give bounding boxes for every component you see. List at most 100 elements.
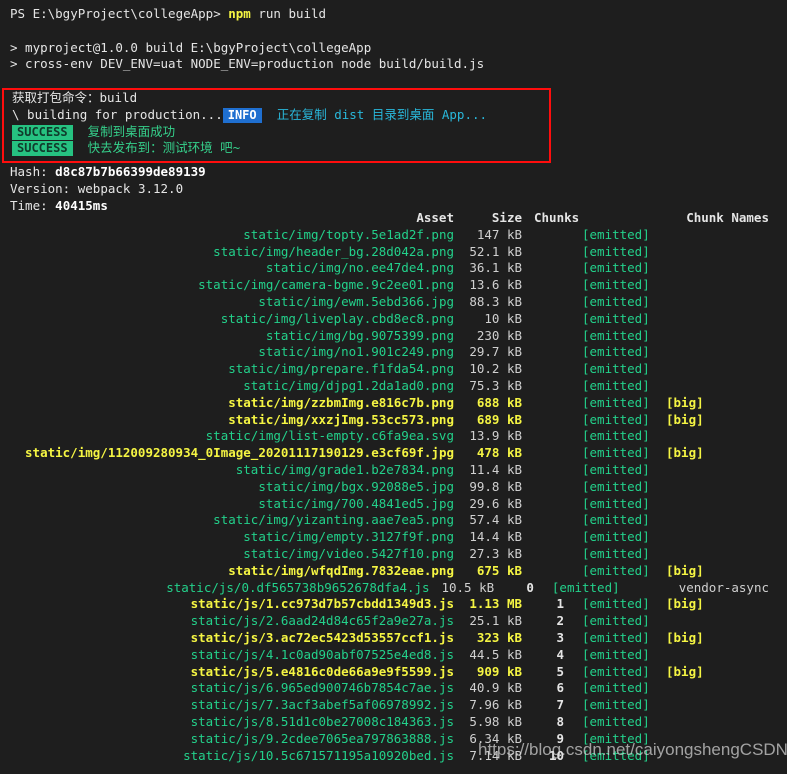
asset-size: 675 kB xyxy=(476,562,522,578)
asset-chunk-name xyxy=(716,731,787,748)
asset-emitted-flag: [emitted] xyxy=(582,613,650,629)
asset-chunk-name xyxy=(716,395,787,412)
asset-size: 1.13 MB xyxy=(469,596,522,612)
asset-big-flag: [big] xyxy=(666,629,704,645)
asset-name: static/img/grade1.b2e7834.png xyxy=(235,461,454,477)
table-row: static/img/zzbmImg.e816c7b.png 688 kB [emi… xyxy=(0,395,787,412)
asset-size: 147 kB xyxy=(476,226,522,242)
asset-name: static/img/zzbmImg.e816c7b.png xyxy=(228,394,454,410)
asset-big-flag xyxy=(666,328,716,345)
table-row: static/js/10.5c671571195a10920bed.js 7.14… xyxy=(0,748,787,765)
success-message-1: 复制到桌面成功 xyxy=(87,123,176,139)
asset-big-flag xyxy=(666,361,716,378)
asset-chunk-id xyxy=(522,227,570,244)
asset-size: 688 kB xyxy=(476,394,522,410)
building-progress-line: \ building for production... INFO 正在复制 di… xyxy=(0,107,560,124)
asset-emitted-flag: [emitted] xyxy=(582,680,650,696)
asset-emitted-flag: [emitted] xyxy=(582,495,650,511)
asset-chunk-name xyxy=(716,613,787,630)
asset-emitted-flag: [emitted] xyxy=(582,428,650,444)
asset-chunk-id xyxy=(522,328,570,345)
asset-big-flag: [big] xyxy=(666,411,704,427)
shell-prompt: PS E:\bgyProject\collegeApp> xyxy=(10,6,221,21)
asset-emitted-flag: [emitted] xyxy=(582,713,650,729)
asset-size: 29.6 kB xyxy=(469,495,522,511)
table-row: static/js/3.ac72ec5423d53557ccf1.js 323 k… xyxy=(0,630,787,647)
asset-name: static/img/no1.901c249.png xyxy=(258,344,454,360)
asset-chunk-id xyxy=(522,563,570,580)
asset-emitted-flag: [emitted] xyxy=(582,327,650,343)
asset-size: 14.4 kB xyxy=(469,529,522,545)
asset-big-flag xyxy=(666,479,716,496)
asset-emitted-flag: [emitted] xyxy=(582,377,650,393)
asset-name: static/img/bgx.92088e5.jpg xyxy=(258,478,454,494)
asset-chunk-id xyxy=(522,412,570,429)
table-row: static/js/5.e4816c0de66a9e9f5599.js 909 k… xyxy=(0,664,787,681)
table-row: static/img/liveplay.cbd8ec8.png 10 kB [emi… xyxy=(0,311,787,328)
table-row: static/img/wfqdImg.7832eae.png 675 kB [emi… xyxy=(0,563,787,580)
asset-name: static/js/6.965ed900746b7854c7ae.js xyxy=(190,680,454,696)
asset-chunk-name xyxy=(716,496,787,513)
asset-name: static/js/4.1c0ad90abf07525e4ed8.js xyxy=(190,646,454,662)
asset-emitted-flag: [emitted] xyxy=(582,344,650,360)
build-command-line: 获取打包命令：build xyxy=(12,90,138,105)
asset-name: static/img/no.ee47de4.png xyxy=(265,260,454,276)
asset-chunk-id: 9 xyxy=(556,730,564,746)
command-keyword: npm xyxy=(228,6,251,21)
asset-big-flag xyxy=(666,428,716,445)
asset-chunk-name xyxy=(716,428,787,445)
asset-emitted-flag: [emitted] xyxy=(582,260,650,276)
success-line-2: SUCCESS 快去发布到：测试环境 吧~ xyxy=(0,140,560,157)
asset-chunk-id: 3 xyxy=(556,629,564,645)
npm-script-line-2: > cross-env DEV_ENV=uat NODE_ENV=product… xyxy=(10,56,485,72)
asset-chunk-id: 4 xyxy=(556,646,564,662)
asset-size: 7.96 kB xyxy=(469,697,522,713)
table-row: static/img/no.ee47de4.png 36.1 kB [emitted… xyxy=(0,260,787,277)
prompt-line: PS E:\bgyProject\collegeApp> npm run bui… xyxy=(0,6,787,23)
asset-chunk-name xyxy=(716,563,787,580)
asset-name: static/img/ewm.5ebd366.jpg xyxy=(258,293,454,309)
asset-big-flag xyxy=(666,244,716,261)
terminal-window[interactable]: PS E:\bgyProject\collegeApp> npm run bui… xyxy=(0,0,787,774)
asset-chunk-name xyxy=(716,697,787,714)
asset-chunk-name: vendor-async xyxy=(678,579,769,595)
version-value: webpack 3.12.0 xyxy=(77,180,184,196)
asset-chunk-name xyxy=(716,260,787,277)
asset-chunk-id: 0 xyxy=(526,579,534,595)
table-row: static/img/yizanting.aae7ea5.png 57.4 kB [… xyxy=(0,512,787,529)
table-row: static/img/list-empty.c6fa9ea.svg 13.9 kB… xyxy=(0,428,787,445)
highlight-box-content: 获取打包命令：build \ building for production..… xyxy=(0,90,560,157)
asset-big-flag xyxy=(666,227,716,244)
table-row: static/img/xxzjImg.53cc573.png 689 kB [emi… xyxy=(0,412,787,429)
asset-chunk-name xyxy=(716,294,787,311)
asset-chunk-name xyxy=(716,412,787,429)
success-badge-2: SUCCESS xyxy=(12,141,73,157)
table-row: static/js/7.3acf3abef5af06978992.js 7.96 … xyxy=(0,697,787,714)
header-chunks: Chunks xyxy=(534,210,580,225)
asset-size: 10.2 kB xyxy=(469,361,522,377)
asset-name: static/js/3.ac72ec5423d53557ccf1.js xyxy=(190,629,454,645)
table-row: static/img/bgx.92088e5.jpg 99.8 kB [emitte… xyxy=(0,479,787,496)
asset-big-flag xyxy=(666,378,716,395)
asset-chunk-id xyxy=(522,428,570,445)
asset-emitted-flag: [emitted] xyxy=(582,277,650,293)
asset-chunk-id xyxy=(522,244,570,261)
asset-size: 57.4 kB xyxy=(469,512,522,528)
asset-name: static/img/list-empty.c6fa9ea.svg xyxy=(205,428,454,444)
asset-name: static/img/yizanting.aae7ea5.png xyxy=(213,512,454,528)
table-row: static/img/700.4841ed5.jpg 29.6 kB [emitte… xyxy=(0,496,787,513)
asset-chunk-id xyxy=(522,445,570,462)
spinner-building-text: \ building for production... xyxy=(12,106,223,122)
asset-chunk-id xyxy=(522,294,570,311)
table-row: static/js/1.cc973d7b57cbdd1349d3.js 1.13 … xyxy=(0,596,787,613)
asset-name: static/img/empty.3127f9f.png xyxy=(243,529,454,545)
asset-emitted-flag: [emitted] xyxy=(582,226,650,242)
asset-big-flag: [big] xyxy=(666,596,704,612)
asset-big-flag xyxy=(666,546,716,563)
asset-name: static/img/xxzjImg.53cc573.png xyxy=(228,411,454,427)
command-args: run build xyxy=(250,6,327,21)
asset-name: static/img/700.4841ed5.jpg xyxy=(258,495,454,511)
asset-name: static/js/2.6aad24d84c65f2a9e27a.js xyxy=(190,613,454,629)
table-row: static/img/no1.901c249.png 29.7 kB [emitte… xyxy=(0,344,787,361)
